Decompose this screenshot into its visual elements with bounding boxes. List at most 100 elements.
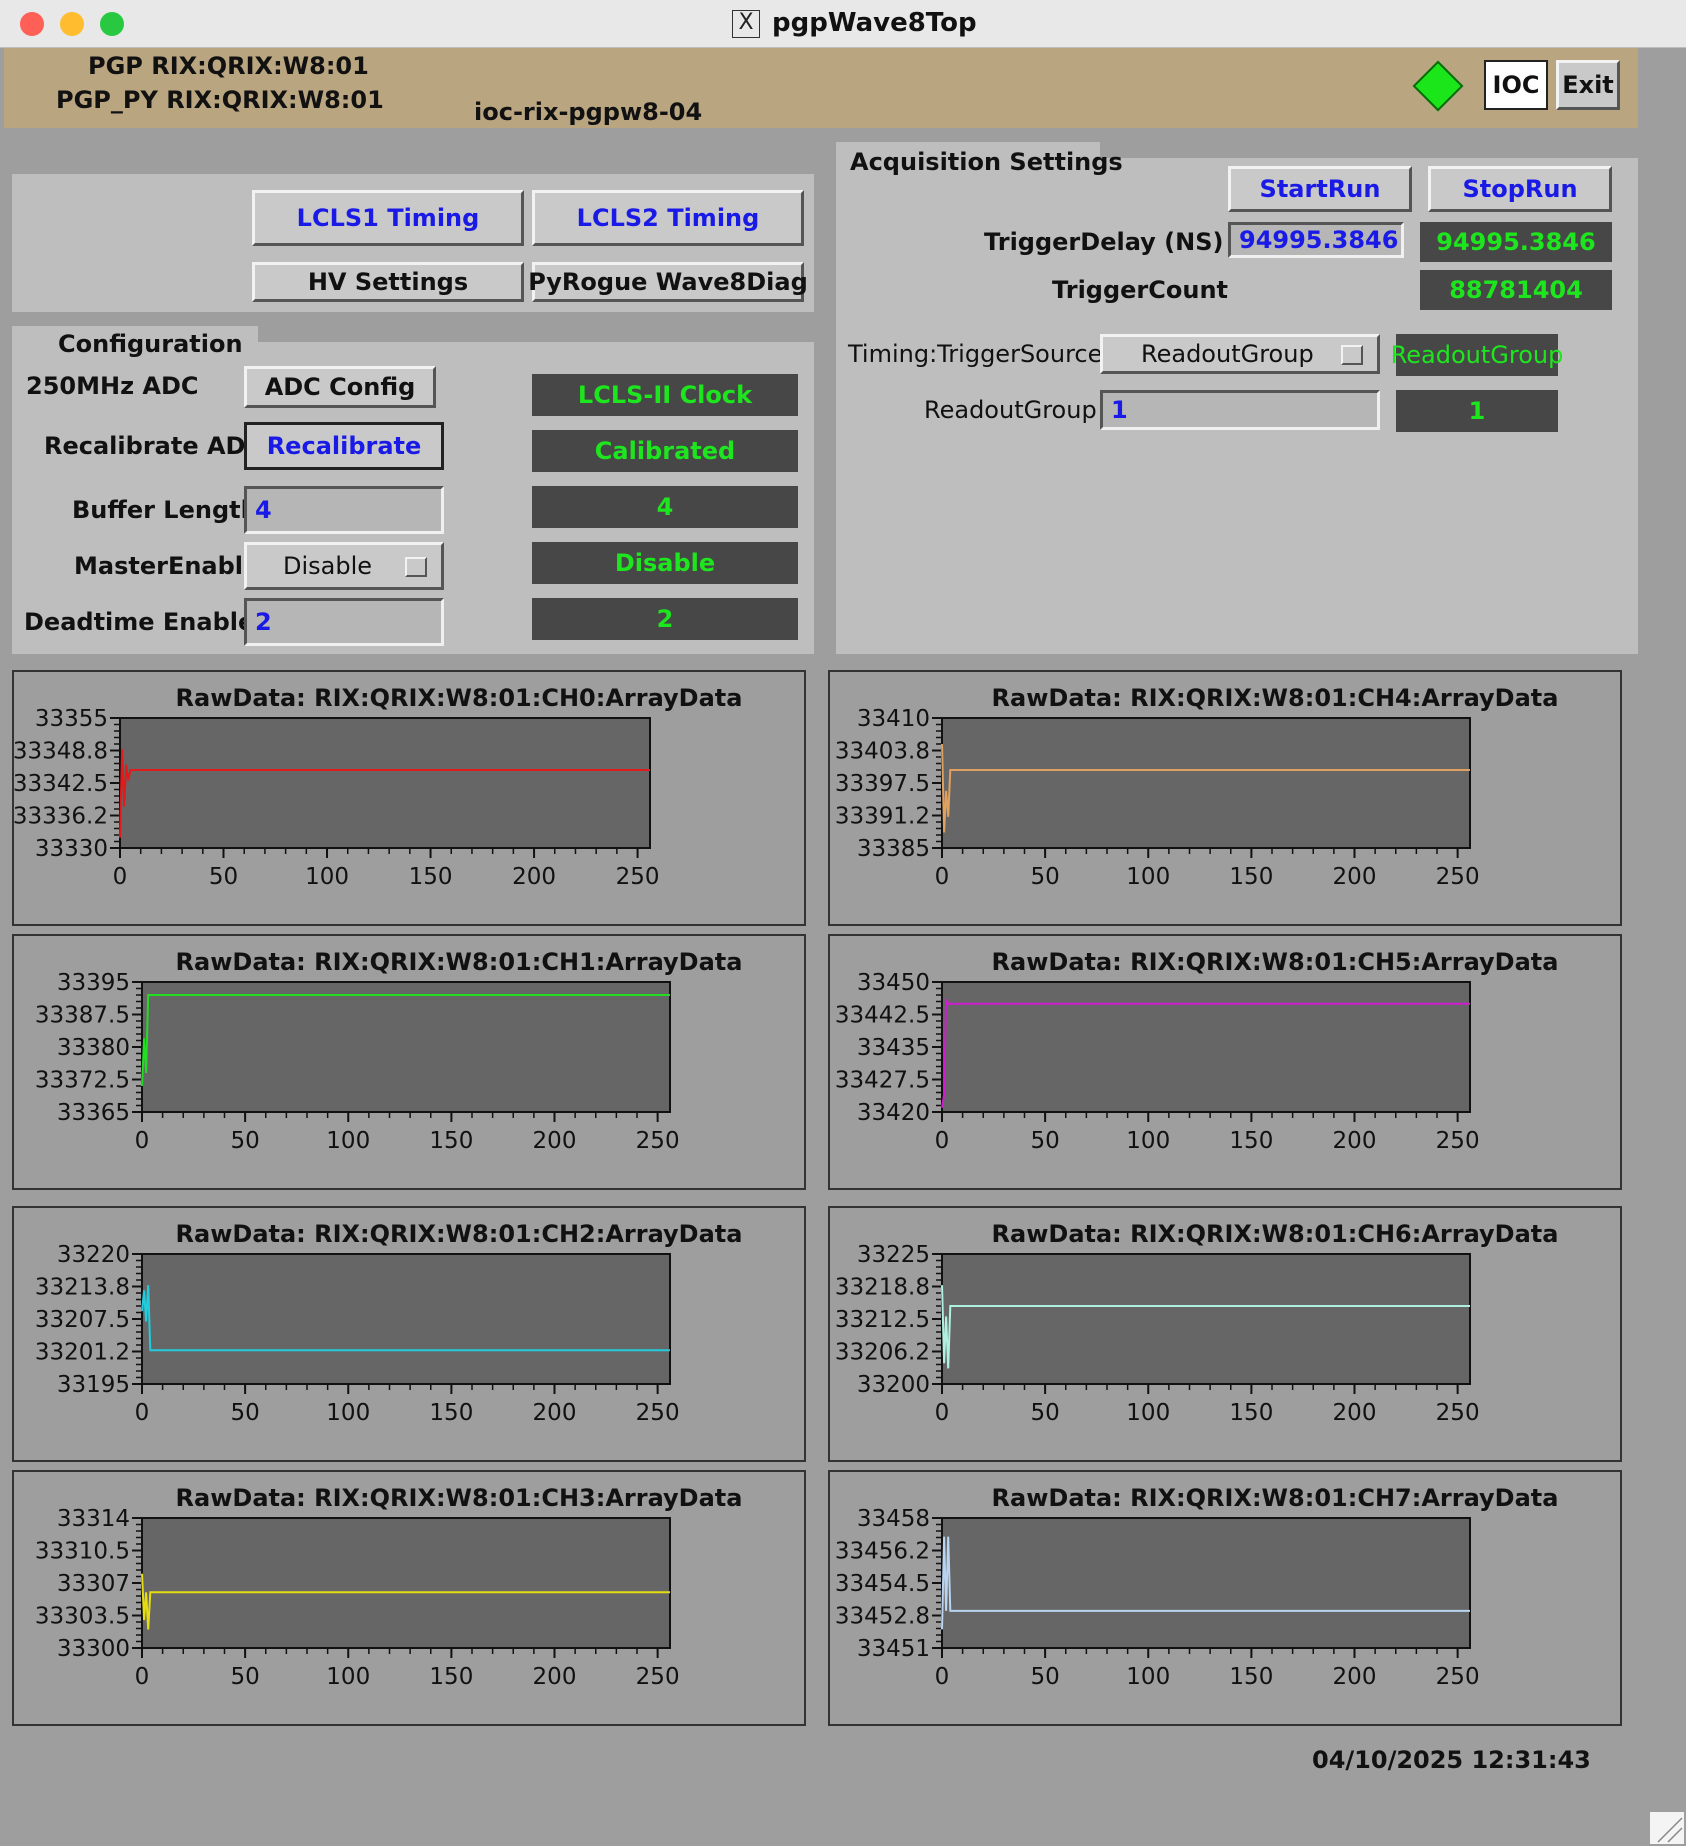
deadtime-enables-input[interactable]: 2 <box>244 598 444 646</box>
y-tick-label: 33365 <box>57 1100 130 1126</box>
pyrogue-wave8diag-button[interactable]: PyRogue Wave8Diag <box>528 262 808 302</box>
plot-area-ch3: 33314 33310.5 33307 33303.5 333000 50 100 150 20… <box>35 1506 680 1690</box>
y-tick-label: 33420 <box>857 1100 930 1126</box>
plot-area-ch1: 33395 33387.5 33380 33372.5 333650 50 100 150 20… <box>35 970 680 1154</box>
adc-config-button[interactable]: ADC Config <box>244 366 436 408</box>
buffer-length-label: Buffer Length <box>72 496 258 524</box>
y-tick-label: 33403.8 <box>835 739 930 765</box>
close-window-button[interactable] <box>20 12 44 36</box>
window-title-bar: X pgpWave8Top <box>0 0 1686 48</box>
plot-area-ch6: 33225 33218.8 33212.5 33206.2 332000 50 100 150… <box>835 1242 1480 1426</box>
trigger-count-readback: 88781404 <box>1420 270 1612 310</box>
plot-background <box>141 1253 671 1385</box>
x-tick-label: 0 <box>935 1400 950 1426</box>
window-title: pgpWave8Top <box>772 8 977 38</box>
master-enable-value: Disable <box>283 552 373 580</box>
maximize-window-button[interactable] <box>100 12 124 36</box>
x-tick-label: 100 <box>1126 1664 1170 1690</box>
x-tick-label: 250 <box>1436 1664 1480 1690</box>
x-tick-label: 200 <box>1333 864 1377 890</box>
y-tick-label: 33385 <box>857 836 930 862</box>
header-bar: PGP RIX:QRIX:W8:01 PGP_PY RIX:QRIX:W8:01… <box>4 48 1638 128</box>
configuration-title: Configuration <box>58 330 243 358</box>
y-tick-label: 33391.2 <box>835 804 930 830</box>
x-tick-label: 200 <box>1333 1128 1377 1154</box>
x-tick-label: 100 <box>326 1664 370 1690</box>
exit-button[interactable]: Exit <box>1556 60 1620 110</box>
y-tick-label: 33442.5 <box>835 1003 930 1029</box>
plot-ch2: RawData: RIX:QRIX:W8:01:CH2:ArrayData 33… <box>12 1206 806 1462</box>
hv-settings-button[interactable]: HV Settings <box>252 262 524 302</box>
lcls2-timing-button[interactable]: LCLS2 Timing <box>532 190 804 246</box>
master-enable-menu[interactable]: Disable <box>244 542 444 590</box>
x-tick-label: 250 <box>1436 1400 1480 1426</box>
y-tick-label: 33342.5 <box>14 771 108 797</box>
plot-background <box>141 1517 671 1649</box>
buffer-length-input[interactable]: 4 <box>244 486 444 534</box>
x-tick-label: 250 <box>616 864 660 890</box>
x-tick-label: 200 <box>512 864 556 890</box>
y-tick-label: 33456.2 <box>835 1539 930 1565</box>
trigger-source-label: Timing:TriggerSource <box>848 340 1103 368</box>
y-tick-label: 33307 <box>57 1571 130 1597</box>
x-tick-label: 50 <box>230 1664 259 1690</box>
x-tick-label: 250 <box>636 1128 680 1154</box>
stop-run-button[interactable]: StopRun <box>1428 166 1612 212</box>
y-tick-label: 33410 <box>857 706 930 732</box>
x-tick-label: 100 <box>326 1400 370 1426</box>
recalibrate-button[interactable]: Recalibrate <box>244 422 444 470</box>
x-tick-label: 50 <box>1030 1128 1059 1154</box>
x-tick-label: 100 <box>305 864 349 890</box>
plot-area-ch4: 33410 33403.8 33397.5 33391.2 333850 50 100 150… <box>835 706 1480 890</box>
pgp-py-label: PGP_PY RIX:QRIX:W8:01 <box>56 86 384 114</box>
master-enable-label: MasterEnable <box>74 552 260 580</box>
y-tick-label: 33207.5 <box>35 1307 130 1333</box>
deadtime-enables-readback: 2 <box>532 598 798 640</box>
y-tick-label: 33372.5 <box>35 1068 130 1094</box>
x-tick-label: 250 <box>636 1664 680 1690</box>
resize-grip-icon[interactable] <box>1650 1812 1684 1844</box>
plot-ch1: RawData: RIX:QRIX:W8:01:CH1:ArrayData 33… <box>12 934 806 1190</box>
x-tick-label: 100 <box>1126 1400 1170 1426</box>
readout-group-input[interactable]: 1 <box>1100 390 1380 430</box>
y-tick-label: 33348.8 <box>14 739 108 765</box>
trigger-source-menu[interactable]: ReadoutGroup <box>1100 334 1380 374</box>
plot-ch4: RawData: RIX:QRIX:W8:01:CH4:ArrayData 33… <box>828 670 1622 926</box>
x-tick-label: 250 <box>1436 864 1480 890</box>
y-tick-label: 33452.8 <box>835 1604 930 1630</box>
y-tick-label: 33300 <box>57 1636 130 1662</box>
menu-indicator-icon <box>405 557 427 577</box>
x-tick-label: 50 <box>230 1128 259 1154</box>
ioc-button[interactable]: IOC <box>1484 60 1548 110</box>
x11-icon: X <box>732 10 760 38</box>
plot-background <box>941 981 1471 1113</box>
x-tick-label: 0 <box>935 1128 950 1154</box>
trigger-delay-input[interactable]: 94995.3846 <box>1228 222 1404 258</box>
x-tick-label: 0 <box>935 864 950 890</box>
x-tick-label: 150 <box>1229 1128 1273 1154</box>
y-tick-label: 33435 <box>857 1035 930 1061</box>
y-tick-label: 33314 <box>57 1506 130 1532</box>
plot-ch0: RawData: RIX:QRIX:W8:01:CH0:ArrayData 33… <box>12 670 806 926</box>
plot-ch3: RawData: RIX:QRIX:W8:01:CH3:ArrayData 33… <box>12 1470 806 1726</box>
timestamp: 04/10/2025 12:31:43 <box>1312 1746 1591 1774</box>
lcls1-timing-button[interactable]: LCLS1 Timing <box>252 190 524 246</box>
x-tick-label: 150 <box>1229 864 1273 890</box>
x-tick-label: 250 <box>636 1400 680 1426</box>
x-tick-label: 100 <box>1126 864 1170 890</box>
trigger-count-label: TriggerCount <box>1052 276 1229 304</box>
y-tick-label: 33213.8 <box>35 1275 130 1301</box>
x-tick-label: 200 <box>1333 1664 1377 1690</box>
start-run-button[interactable]: StartRun <box>1228 166 1412 212</box>
y-tick-label: 33225 <box>857 1242 930 1268</box>
x-tick-label: 50 <box>209 864 238 890</box>
minimize-window-button[interactable] <box>60 12 84 36</box>
ioc-host-label: ioc-rix-pgpw8-04 <box>474 98 703 126</box>
trigger-delay-readback: 94995.3846 <box>1420 222 1612 262</box>
y-tick-label: 33427.5 <box>835 1068 930 1094</box>
x-tick-label: 250 <box>1436 1128 1480 1154</box>
y-tick-label: 33355 <box>35 706 108 732</box>
x-tick-label: 200 <box>533 1664 577 1690</box>
x-tick-label: 0 <box>935 1664 950 1690</box>
x-tick-label: 100 <box>326 1128 370 1154</box>
